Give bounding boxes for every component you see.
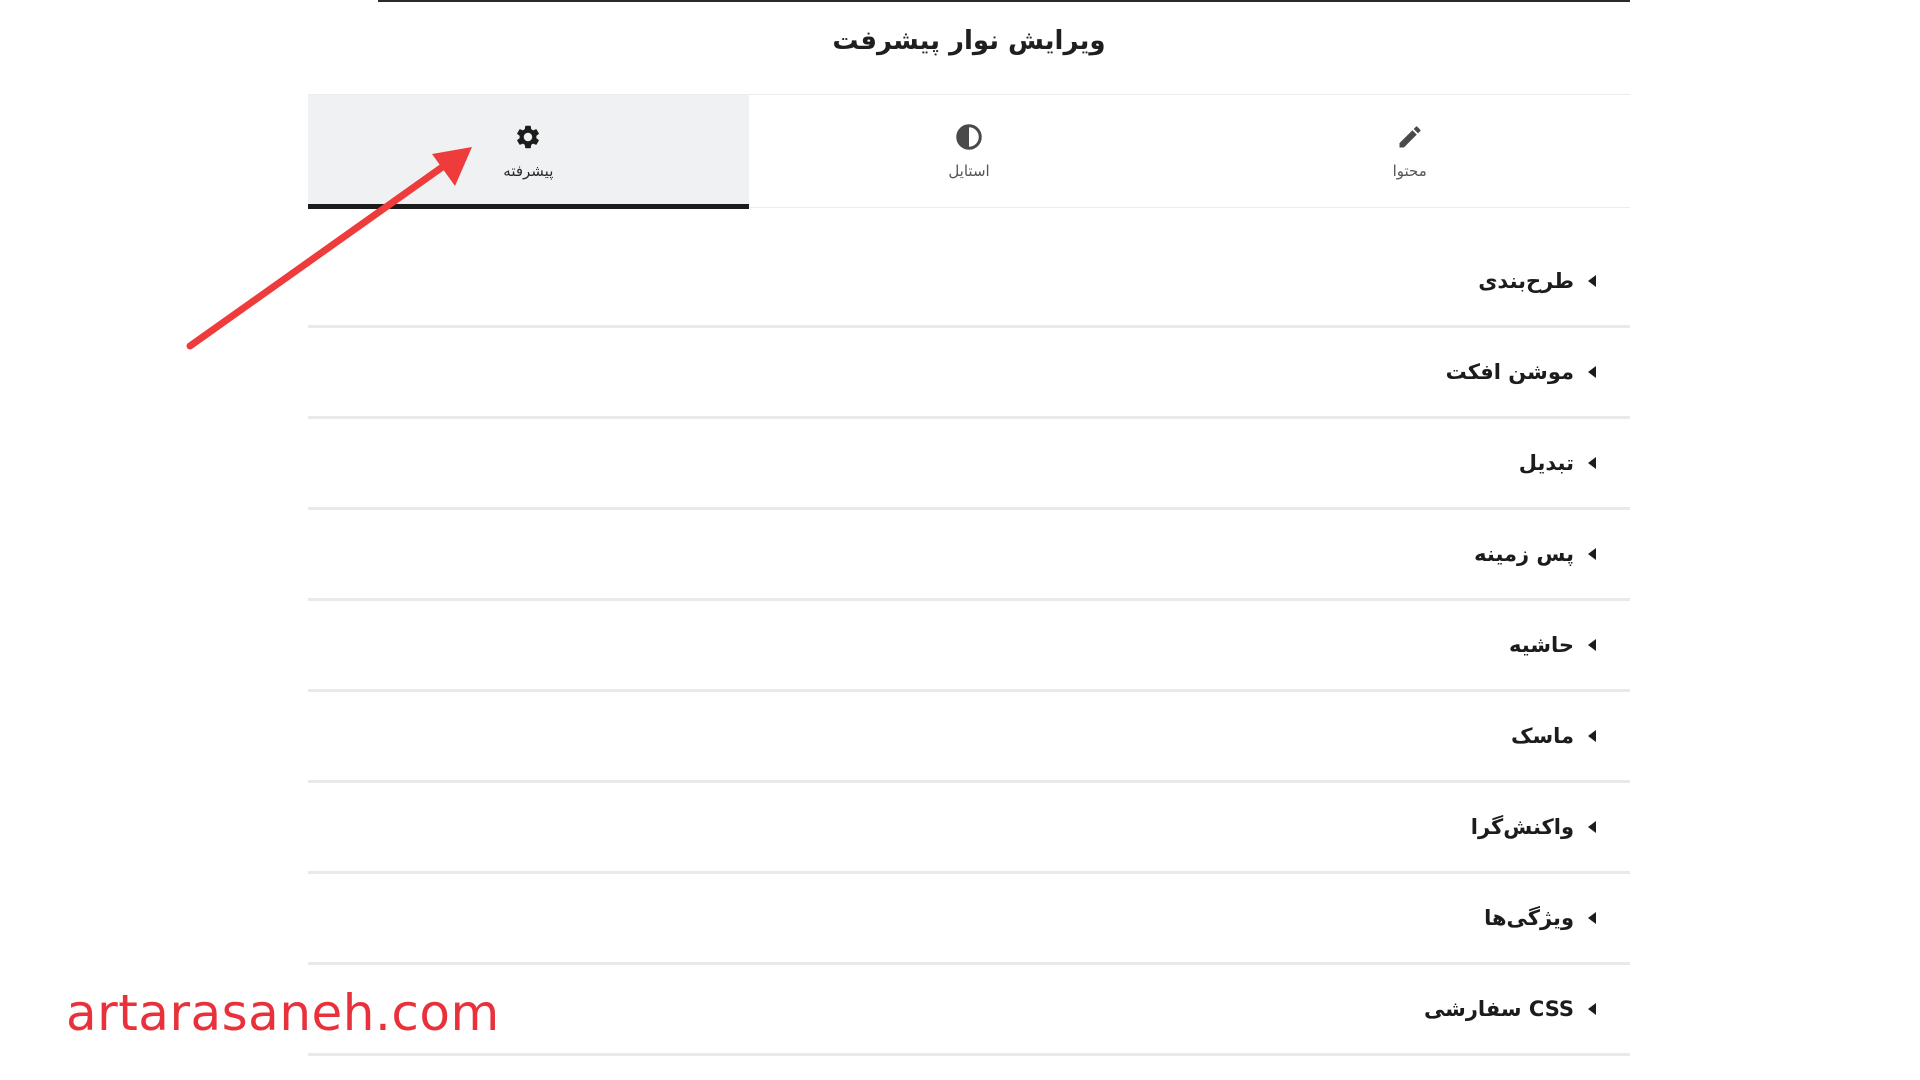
caret-left-icon (1588, 275, 1596, 287)
section-custom-css[interactable]: CSS سفارشی (308, 965, 1630, 1056)
caret-left-icon (1588, 457, 1596, 469)
caret-left-icon (1588, 912, 1596, 924)
tab-label: پیشرفته (503, 162, 554, 180)
gear-icon (513, 122, 543, 152)
tab-style[interactable]: استایل (749, 95, 1190, 207)
section-label: تبدیل (1518, 451, 1574, 475)
watermark: artarasaneh.com (66, 984, 500, 1042)
section-attributes[interactable]: ویژگی‌ها (308, 874, 1630, 965)
section-background[interactable]: پس زمینه (308, 510, 1630, 601)
contrast-icon (954, 122, 984, 152)
tab-bar: پیشرفته استایل محتوا (308, 94, 1630, 209)
tab-advanced[interactable]: پیشرفته (308, 95, 749, 209)
section-label: طرح‌بندی (1478, 269, 1574, 293)
caret-left-icon (1588, 730, 1596, 742)
section-label: پس زمینه (1474, 542, 1574, 566)
accordion-sections: طرح‌بندی موشن افکت تبدیل پس زمینه حاشیه … (308, 237, 1630, 1056)
section-label: ویژگی‌ها (1484, 906, 1574, 930)
caret-left-icon (1588, 366, 1596, 378)
pencil-icon (1395, 122, 1425, 152)
tab-content[interactable]: محتوا (1189, 95, 1630, 207)
caret-left-icon (1588, 639, 1596, 651)
panel-title: ویرایش نوار پیشرفت (832, 26, 1106, 56)
section-transform[interactable]: تبدیل (308, 419, 1630, 510)
caret-left-icon (1588, 548, 1596, 560)
section-responsive[interactable]: واکنش‌گرا (308, 783, 1630, 874)
section-label: واکنش‌گرا (1470, 815, 1574, 839)
section-label: حاشیه (1509, 633, 1574, 657)
section-layout[interactable]: طرح‌بندی (308, 237, 1630, 328)
section-label: موشن افکت (1445, 360, 1574, 384)
section-label: CSS سفارشی (1423, 997, 1574, 1021)
tab-label: استایل (948, 162, 990, 180)
tab-label: محتوا (1392, 162, 1427, 180)
section-label: ماسک (1510, 724, 1574, 748)
caret-left-icon (1588, 821, 1596, 833)
section-motion-effects[interactable]: موشن افکت (308, 328, 1630, 419)
top-divider (378, 0, 1630, 2)
caret-left-icon (1588, 1003, 1596, 1015)
editor-screen: ویرایش نوار پیشرفت پیشرفته استایل محتوا … (0, 0, 1920, 1080)
section-border[interactable]: حاشیه (308, 601, 1630, 692)
section-mask[interactable]: ماسک (308, 692, 1630, 783)
